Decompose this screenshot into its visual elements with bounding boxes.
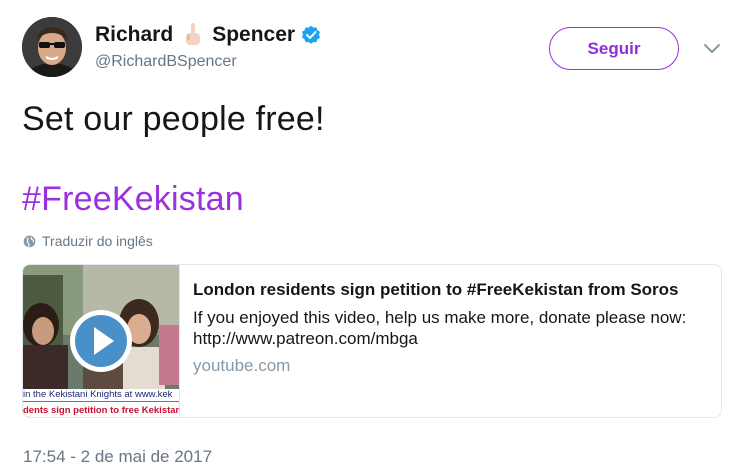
card-description: If you enjoyed this video, help us make … xyxy=(193,308,687,348)
avatar-image xyxy=(22,17,82,77)
video-thumbnail[interactable]: in the Kekistani Knights at www.kek dent… xyxy=(23,265,179,417)
chevron-down-icon[interactable] xyxy=(703,42,721,56)
follow-button[interactable]: Seguir xyxy=(549,27,679,70)
card-body[interactable]: London residents sign petition to #FreeK… xyxy=(179,265,721,417)
verified-badge-icon xyxy=(301,25,321,45)
globe-icon xyxy=(23,235,36,247)
author-name[interactable]: Richard Spencer xyxy=(95,22,321,48)
avatar[interactable] xyxy=(22,17,82,77)
translate-link[interactable]: Traduzir do inglês xyxy=(23,233,153,249)
card-title: London residents sign petition to #FreeK… xyxy=(193,280,679,299)
hashtag-link[interactable]: #FreeKekistan xyxy=(22,180,244,219)
tweet-timestamp[interactable]: 17:54 - 2 de mai de 2017 xyxy=(23,447,212,467)
thumbnail-ticker-top: in the Kekistani Knights at www.kek xyxy=(23,389,179,401)
author-first-name: Richard xyxy=(95,23,174,46)
author-last-name: Spencer xyxy=(212,23,296,46)
hand-pointing-up-emoji-icon xyxy=(182,22,204,48)
thumbnail-ticker-bottom: dents sign petition to free Kekistan xyxy=(23,402,179,417)
author-handle[interactable]: @RichardBSpencer xyxy=(95,53,237,71)
link-card[interactable]: in the Kekistani Knights at www.kek dent… xyxy=(22,264,722,418)
card-domain: youtube.com xyxy=(193,356,291,375)
tweet-text: Set our people free! xyxy=(22,100,325,138)
translate-label: Traduzir do inglês xyxy=(42,233,153,249)
